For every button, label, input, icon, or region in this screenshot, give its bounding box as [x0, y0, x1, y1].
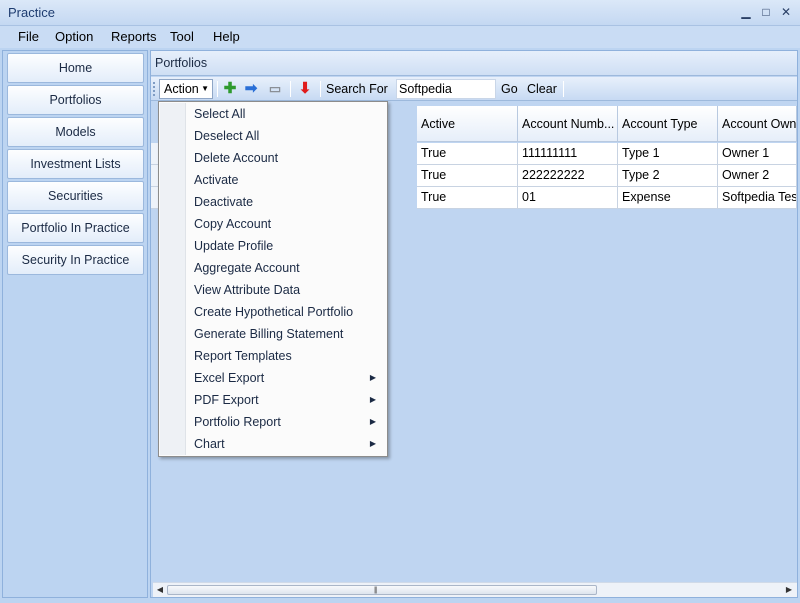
menu-item-label: View Attribute Data [194, 283, 301, 297]
menu-item-chart[interactable]: Chart ▶ [160, 433, 386, 455]
menu-item-report-templates[interactable]: Report Templates [160, 345, 386, 367]
menu-item-copy-account[interactable]: Copy Account [160, 213, 386, 235]
menu-item-label: Report Templates [194, 349, 292, 363]
cell-account-type[interactable]: Type 2 [618, 165, 718, 187]
submenu-arrow-icon: ▶ [369, 395, 376, 404]
action-label: Action [164, 82, 199, 96]
printer-icon[interactable]: ▭ [266, 80, 284, 98]
menu-item-label: Excel Export [194, 371, 265, 385]
scroll-thumb[interactable]: ||| [167, 585, 597, 595]
cell-account-type[interactable]: Expense [618, 187, 718, 209]
menu-item-label: Generate Billing Statement [194, 327, 344, 341]
nav-portfolios[interactable]: Portfolios [7, 85, 144, 115]
window-title: Practice [8, 5, 55, 20]
nav-investment-lists[interactable]: Investment Lists [7, 149, 144, 179]
column-header-account-type[interactable]: Account Type [618, 106, 718, 142]
toolbar-separator [217, 81, 218, 97]
menu-item-deselect-all[interactable]: Deselect All [160, 125, 386, 147]
menu-help[interactable]: Help [213, 29, 240, 44]
toolbar-separator [290, 81, 291, 97]
menu-item-label: Delete Account [194, 151, 279, 165]
menu-item-label: Aggregate Account [194, 261, 300, 275]
nav-securities[interactable]: Securities [7, 181, 144, 211]
submenu-arrow-icon: ▶ [369, 439, 376, 448]
menu-file[interactable]: File [18, 29, 39, 44]
menu-bar: File Option Reports Tool Help [0, 26, 800, 48]
menu-item-select-all[interactable]: Select All [160, 103, 386, 125]
close-button[interactable]: ✕ [777, 4, 795, 20]
menu-item-view-attribute-data[interactable]: View Attribute Data [160, 279, 386, 301]
menu-item-delete-account[interactable]: Delete Account [160, 147, 386, 169]
menu-item-label: Create Hypothetical Portfolio [194, 305, 354, 319]
menu-item-label: Chart [194, 437, 225, 451]
menu-item-pdf-export[interactable]: PDF Export ▶ [160, 389, 386, 411]
menu-item-label: Select All [194, 107, 246, 121]
grip-icon: ||| [374, 587, 378, 594]
title-bar: Practice ▁ □ ✕ [0, 0, 800, 26]
clear-button[interactable]: Clear [527, 82, 557, 96]
menu-item-activate[interactable]: Activate [160, 169, 386, 191]
nav-home[interactable]: Home [7, 53, 144, 83]
minimize-button[interactable]: ▁ [737, 4, 755, 20]
toolbar-separator [563, 81, 564, 97]
menu-reports[interactable]: Reports [111, 29, 157, 44]
menu-tool[interactable]: Tool [170, 29, 194, 44]
column-header-account-owner[interactable]: Account Owne [718, 106, 797, 142]
action-menu: Select All Deselect All Delete Account A… [158, 101, 388, 457]
scroll-right-icon[interactable]: ▶ [783, 584, 795, 596]
menu-item-update-profile[interactable]: Update Profile [160, 235, 386, 257]
nav-security-in-practice[interactable]: Security In Practice [7, 245, 144, 275]
menu-item-label: PDF Export [194, 393, 259, 407]
nav-portfolio-in-practice[interactable]: Portfolio In Practice [7, 213, 144, 243]
nav-models[interactable]: Models [7, 117, 144, 147]
search-label: Search For [326, 82, 388, 96]
panel-header: Portfolios [151, 51, 797, 76]
menu-item-label: Activate [194, 173, 239, 187]
cell-account-number[interactable]: 111111111 [518, 143, 618, 165]
horizontal-scrollbar[interactable]: ◀ ||| ▶ [153, 582, 797, 597]
menu-item-label: Portfolio Report [194, 415, 281, 429]
left-navigation: Home Portfolios Models Investment Lists … [2, 50, 148, 598]
go-button[interactable]: Go [501, 82, 518, 96]
action-dropdown-button[interactable]: Action ▼ [159, 79, 213, 99]
plus-icon[interactable]: ✚ [221, 80, 239, 98]
search-input[interactable] [396, 79, 496, 99]
maximize-button[interactable]: □ [757, 4, 775, 20]
cell-active[interactable]: True [417, 187, 518, 209]
menu-item-label: Update Profile [194, 239, 274, 253]
cell-account-owner[interactable]: Owner 2 [718, 165, 797, 187]
menu-item-create-hypothetical-portfolio[interactable]: Create Hypothetical Portfolio [160, 301, 386, 323]
submenu-arrow-icon: ▶ [369, 373, 376, 382]
cell-account-owner[interactable]: Softpedia Test [718, 187, 797, 209]
cell-account-owner[interactable]: Owner 1 [718, 143, 797, 165]
toolbar: Action ▼ ✚ ➡ ▭ ⬇ Search For Go Clear [151, 77, 797, 101]
cell-active[interactable]: True [417, 143, 518, 165]
menu-option[interactable]: Option [55, 29, 93, 44]
submenu-arrow-icon: ▶ [369, 417, 376, 426]
column-header-active[interactable]: Active [417, 106, 518, 142]
menu-item-portfolio-report[interactable]: Portfolio Report ▶ [160, 411, 386, 433]
panel-title: Portfolios [155, 56, 208, 70]
menu-item-label: Copy Account [194, 217, 272, 231]
cell-account-type[interactable]: Type 1 [618, 143, 718, 165]
toolbar-separator [320, 81, 321, 97]
cell-account-number[interactable]: 01 [518, 187, 618, 209]
scroll-left-icon[interactable]: ◀ [154, 584, 166, 596]
menu-item-generate-billing-statement[interactable]: Generate Billing Statement [160, 323, 386, 345]
chevron-down-icon: ▼ [201, 84, 209, 93]
column-header-account-number[interactable]: Account Numb... [518, 106, 618, 142]
menu-item-excel-export[interactable]: Excel Export ▶ [160, 367, 386, 389]
toolbar-grip[interactable] [153, 82, 156, 96]
arrow-down-icon[interactable]: ⬇ [296, 80, 314, 98]
menu-item-label: Deselect All [194, 129, 260, 143]
cell-account-number[interactable]: 222222222 [518, 165, 618, 187]
menu-item-aggregate-account[interactable]: Aggregate Account [160, 257, 386, 279]
menu-item-label: Deactivate [194, 195, 254, 209]
arrow-right-icon[interactable]: ➡ [242, 80, 260, 98]
menu-item-deactivate[interactable]: Deactivate [160, 191, 386, 213]
cell-active[interactable]: True [417, 165, 518, 187]
